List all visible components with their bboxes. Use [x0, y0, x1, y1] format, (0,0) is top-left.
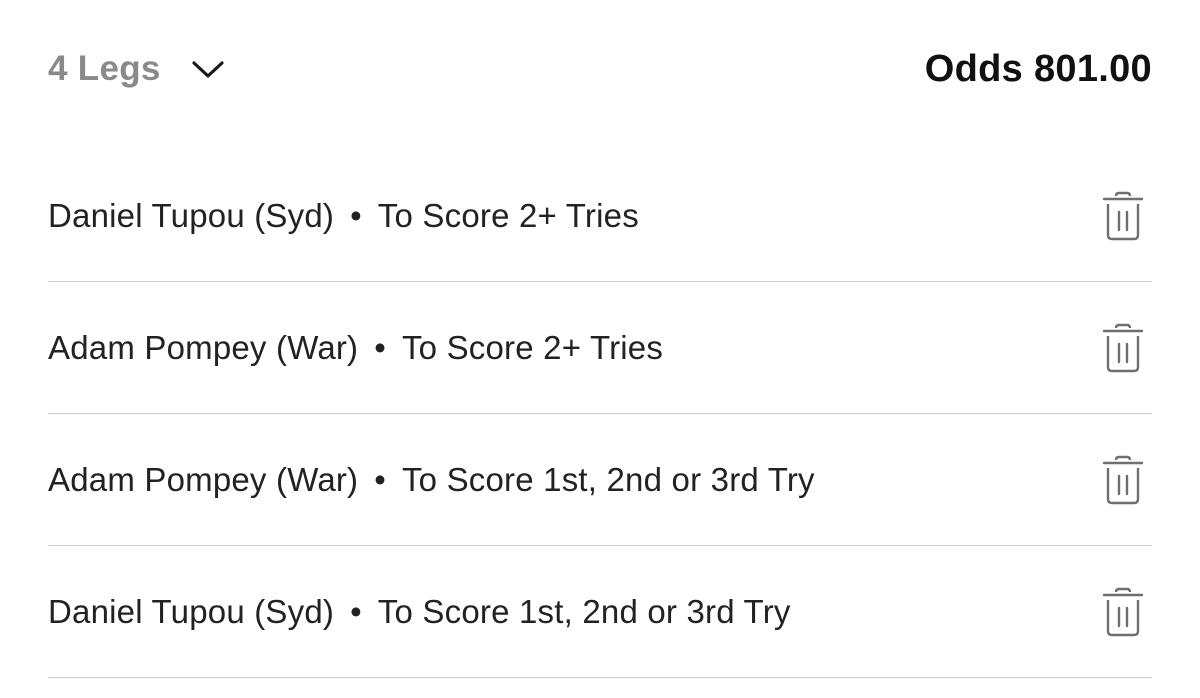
chevron-down-icon: [191, 58, 225, 80]
leg-selection: Adam Pompey (War): [48, 328, 359, 366]
leg-row: Adam Pompey (War) • To Score 1st, 2nd or…: [48, 414, 1152, 546]
legs-list: Daniel Tupou (Syd) • To Score 2+ Tries A…: [48, 150, 1152, 678]
leg-row: Daniel Tupou (Syd) • To Score 1st, 2nd o…: [48, 546, 1152, 678]
leg-market: To Score 1st, 2nd or 3rd Try: [401, 460, 815, 498]
leg-selection: Daniel Tupou (Syd): [48, 592, 335, 630]
leg-separator: •: [374, 460, 386, 498]
trash-icon: [1102, 191, 1144, 240]
trash-icon: [1102, 455, 1144, 504]
leg-row: Adam Pompey (War) • To Score 2+ Tries: [48, 282, 1152, 414]
trash-icon: [1102, 323, 1144, 372]
leg-separator: •: [374, 328, 386, 366]
leg-market: To Score 1st, 2nd or 3rd Try: [377, 592, 791, 630]
total-odds: Odds 801.00: [924, 47, 1152, 90]
leg-selection: Daniel Tupou (Syd): [48, 196, 335, 234]
remove-leg-button[interactable]: [1098, 452, 1148, 508]
remove-leg-button[interactable]: [1098, 584, 1148, 640]
leg-description: Daniel Tupou (Syd) • To Score 1st, 2nd o…: [48, 593, 791, 631]
bet-slip-header: 4 Legs Odds 801.00: [48, 36, 1152, 102]
trash-icon: [1102, 587, 1144, 636]
legs-dropdown-toggle[interactable]: 4 Legs: [48, 49, 225, 89]
legs-count-label: 4 Legs: [48, 49, 161, 88]
remove-leg-button[interactable]: [1098, 320, 1148, 376]
leg-separator: •: [350, 592, 362, 630]
leg-market: To Score 2+ Tries: [401, 328, 664, 366]
remove-leg-button[interactable]: [1098, 188, 1148, 244]
leg-separator: •: [350, 196, 362, 234]
leg-row: Daniel Tupou (Syd) • To Score 2+ Tries: [48, 150, 1152, 282]
leg-selection: Adam Pompey (War): [48, 460, 359, 498]
leg-description: Daniel Tupou (Syd) • To Score 2+ Tries: [48, 197, 639, 235]
leg-market: To Score 2+ Tries: [377, 196, 639, 234]
leg-description: Adam Pompey (War) • To Score 1st, 2nd or…: [48, 461, 815, 499]
leg-description: Adam Pompey (War) • To Score 2+ Tries: [48, 329, 663, 367]
